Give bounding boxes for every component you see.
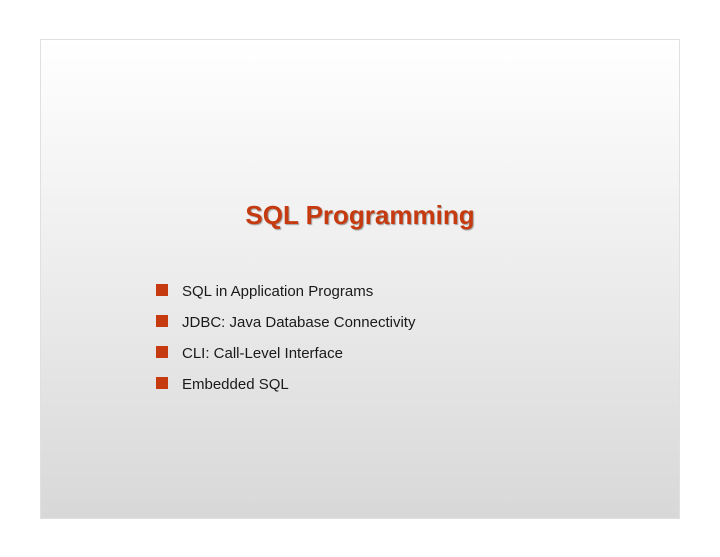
list-item: Embedded SQL: [156, 374, 679, 395]
bullet-list: SQL in Application Programs JDBC: Java D…: [41, 281, 679, 395]
list-item: CLI: Call-Level Interface: [156, 343, 679, 364]
slide-container: SQL Programming SQL in Application Progr…: [40, 39, 680, 519]
slide-title: SQL Programming: [41, 200, 679, 231]
list-item: JDBC: Java Database Connectivity: [156, 312, 679, 333]
list-item: SQL in Application Programs: [156, 281, 679, 302]
